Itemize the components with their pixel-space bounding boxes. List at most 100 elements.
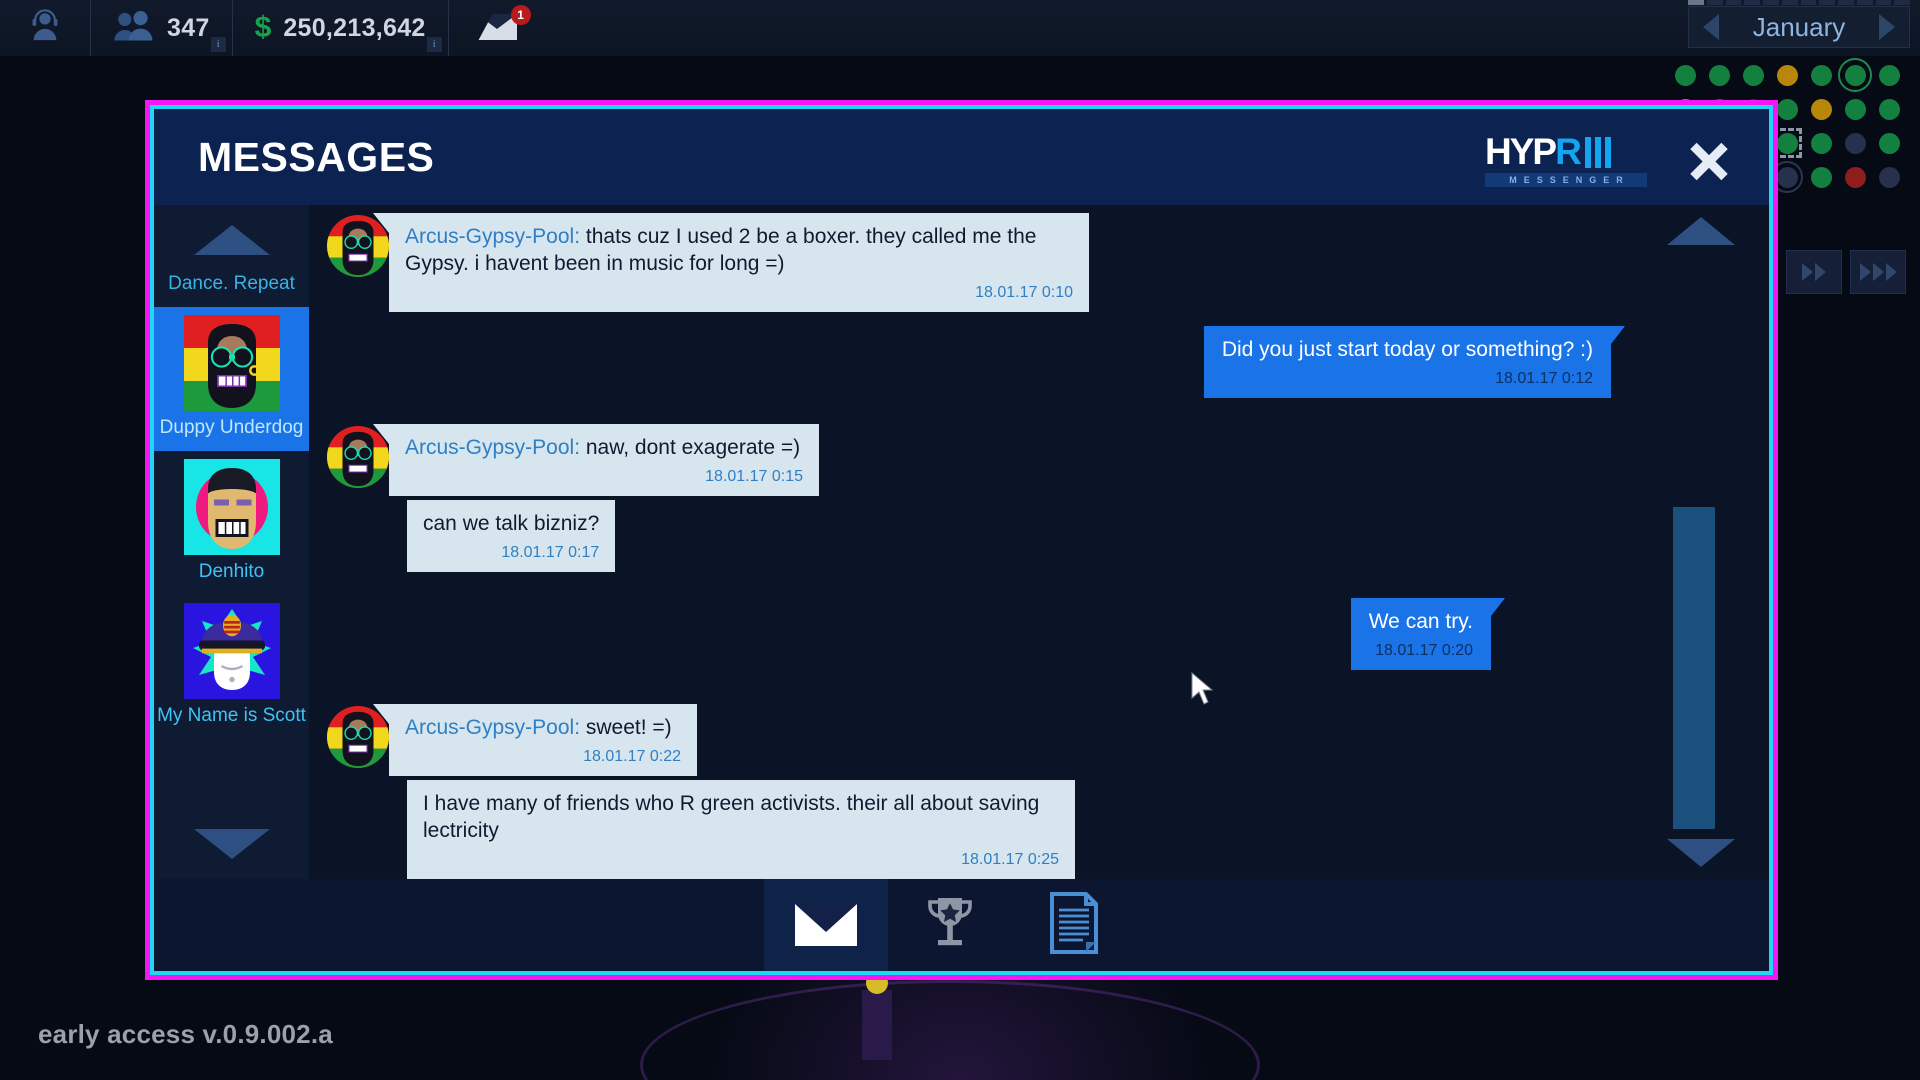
modal-footer-tabs [154, 879, 1769, 971]
chat-bubble-outgoing: We can try. 18.01.17 0:20 [1350, 598, 1506, 670]
scroll-track[interactable] [1673, 275, 1715, 829]
mail-badge: 1 [510, 5, 531, 25]
logo-subtitle: MESSENGER [1485, 173, 1647, 187]
message-row: We can try. 18.01.17 0:20 [309, 598, 1639, 670]
message-sender: Arcus-Gypsy-Pool: [405, 716, 581, 739]
chat-bubble-incoming: I have many of friends who R green activ… [407, 780, 1075, 879]
sidebar-item-duppy-underdog[interactable]: Duppy Underdog [154, 307, 309, 451]
sidebar-item-my-name-is-scott[interactable]: My Name is Scott [154, 595, 309, 739]
chat-panel: Arcus-Gypsy-Pool: thats cuz I used 2 be … [309, 205, 1769, 879]
chat-bubble-incoming: Arcus-Gypsy-Pool: naw, dont exagerate =)… [373, 424, 819, 496]
dot-cell[interactable] [1804, 126, 1838, 160]
sidebar-item-denhito[interactable]: Denhito [154, 451, 309, 595]
player-avatar-button[interactable] [0, 0, 91, 56]
message-text: Did you just start today or something? :… [1221, 338, 1593, 361]
tab-messages[interactable] [764, 879, 888, 971]
dollar-icon: $ [254, 11, 272, 44]
dot-cell[interactable] [1668, 58, 1702, 92]
month-label: January [1752, 11, 1846, 42]
message-sender: Arcus-Gypsy-Pool: [405, 225, 581, 248]
dot-cell[interactable] [1770, 58, 1804, 92]
message-time: 18.01.17 0:17 [501, 544, 600, 561]
contact-name: Dance. Repeat [168, 273, 295, 294]
message-row: Did you just start today or something? :… [309, 326, 1639, 398]
dot-cell[interactable] [1838, 126, 1872, 160]
message-time: 18.01.17 0:15 [705, 468, 803, 485]
messages-modal: MESSAGES HYP R MESSENGER Dance. Repeat D… [145, 100, 1778, 980]
police-cap-avatar [183, 603, 280, 699]
message-row: can we talk bizniz? 18.01.17 0:17 [309, 500, 1639, 572]
messages-modal-inner: MESSAGES HYP R MESSENGER Dance. Repeat D… [150, 105, 1773, 975]
list-item[interactable]: Dance. Repeat [154, 267, 309, 307]
sidebar-scroll-up-button[interactable] [154, 205, 309, 275]
population-info-icon[interactable]: i [210, 37, 226, 52]
dot-cell[interactable] [1872, 160, 1906, 194]
chevron-up-icon[interactable] [1667, 217, 1735, 245]
chat-bubble-outgoing: Did you just start today or something? :… [1203, 326, 1626, 398]
dot-cell[interactable] [1804, 92, 1838, 126]
logo-bars-icon [1584, 137, 1611, 169]
speed-fastest-button[interactable] [1850, 250, 1906, 294]
sidebar-scroll-down-button[interactable] [154, 809, 309, 879]
message-time: 18.01.17 0:20 [1375, 642, 1473, 659]
population-value: 347 [167, 13, 210, 42]
chevron-up-icon [193, 225, 270, 255]
trophy-icon [922, 894, 978, 957]
hypr-messenger-logo: HYP R MESSENGER [1485, 133, 1647, 187]
mail-button[interactable]: 1 [449, 0, 545, 56]
dot-cell-selected[interactable] [1838, 58, 1872, 92]
dot-cell[interactable] [1804, 58, 1838, 92]
contacts-list[interactable]: Dance. Repeat Duppy Underdog Denhito My … [154, 267, 309, 809]
chevron-down-icon[interactable] [1667, 839, 1735, 867]
scroll-thumb[interactable] [1673, 507, 1715, 829]
chat-bubble-incoming: Arcus-Gypsy-Pool: sweet! =) 18.01.17 0:2… [373, 704, 697, 776]
message-row: Arcus-Gypsy-Pool: naw, dont exagerate =)… [309, 424, 1639, 496]
message-list: Arcus-Gypsy-Pool: thats cuz I used 2 be … [309, 205, 1639, 879]
message-time: 18.01.17 0:10 [975, 284, 1073, 301]
triangle-left-icon[interactable] [1703, 14, 1719, 40]
background-figure [862, 972, 892, 1060]
dot-cell[interactable] [1872, 58, 1906, 92]
message-time: 18.01.17 0:12 [1495, 370, 1593, 387]
message-text: We can try. [1368, 610, 1473, 633]
people-icon [113, 10, 155, 47]
rasta-skull-avatar [183, 315, 280, 411]
chat-scrollbar[interactable] [1639, 205, 1769, 879]
document-icon [1048, 891, 1100, 959]
contacts-sidebar: Dance. Repeat Duppy Underdog Denhito My … [154, 205, 309, 879]
message-row: Arcus-Gypsy-Pool: sweet! =) 18.01.17 0:2… [309, 704, 1639, 776]
dot-cell[interactable] [1838, 160, 1872, 194]
game-screen: 347 i $ 250,213,642 i 1 January early ac… [0, 0, 1920, 1080]
dot-cell[interactable] [1736, 58, 1770, 92]
mouse-cursor [1191, 672, 1214, 705]
message-row: I have many of friends who R green activ… [309, 780, 1639, 879]
message-time: 18.01.17 0:22 [583, 748, 681, 765]
money-cell[interactable]: $ 250,213,642 i [233, 0, 449, 56]
dot-cell[interactable] [1872, 126, 1906, 160]
message-text: sweet! =) [580, 716, 672, 739]
message-text: I have many of friends who R green activ… [423, 792, 1040, 842]
top-status-bar: 347 i $ 250,213,642 i 1 [0, 0, 1920, 56]
message-time: 18.01.17 0:25 [961, 851, 1059, 868]
version-label: early access v.0.9.002.a [38, 1019, 333, 1049]
population-cell[interactable]: 347 i [91, 0, 233, 56]
pink-face-avatar [183, 459, 280, 555]
page-title: MESSAGES [198, 133, 435, 180]
tab-achievements[interactable] [888, 879, 1012, 971]
dot-cell[interactable] [1702, 58, 1736, 92]
contact-name: My Name is Scott [157, 705, 306, 726]
chat-bubble-incoming: can we talk bizniz? 18.01.17 0:17 [407, 500, 616, 572]
tab-documents[interactable] [1012, 879, 1136, 971]
triangle-right-icon[interactable] [1879, 14, 1895, 40]
chevron-down-icon [193, 829, 270, 859]
message-text: naw, dont exagerate =) [580, 436, 801, 459]
dot-cell[interactable] [1804, 160, 1838, 194]
money-info-icon[interactable]: i [426, 37, 442, 52]
dot-cell[interactable] [1872, 92, 1906, 126]
dot-cell[interactable] [1838, 92, 1872, 126]
speed-fast-button[interactable] [1786, 250, 1842, 294]
calendar-widget: January [1688, 6, 1910, 48]
money-value: 250,213,642 [283, 13, 426, 42]
headset-person-icon [28, 8, 62, 48]
close-icon[interactable] [1687, 139, 1731, 183]
